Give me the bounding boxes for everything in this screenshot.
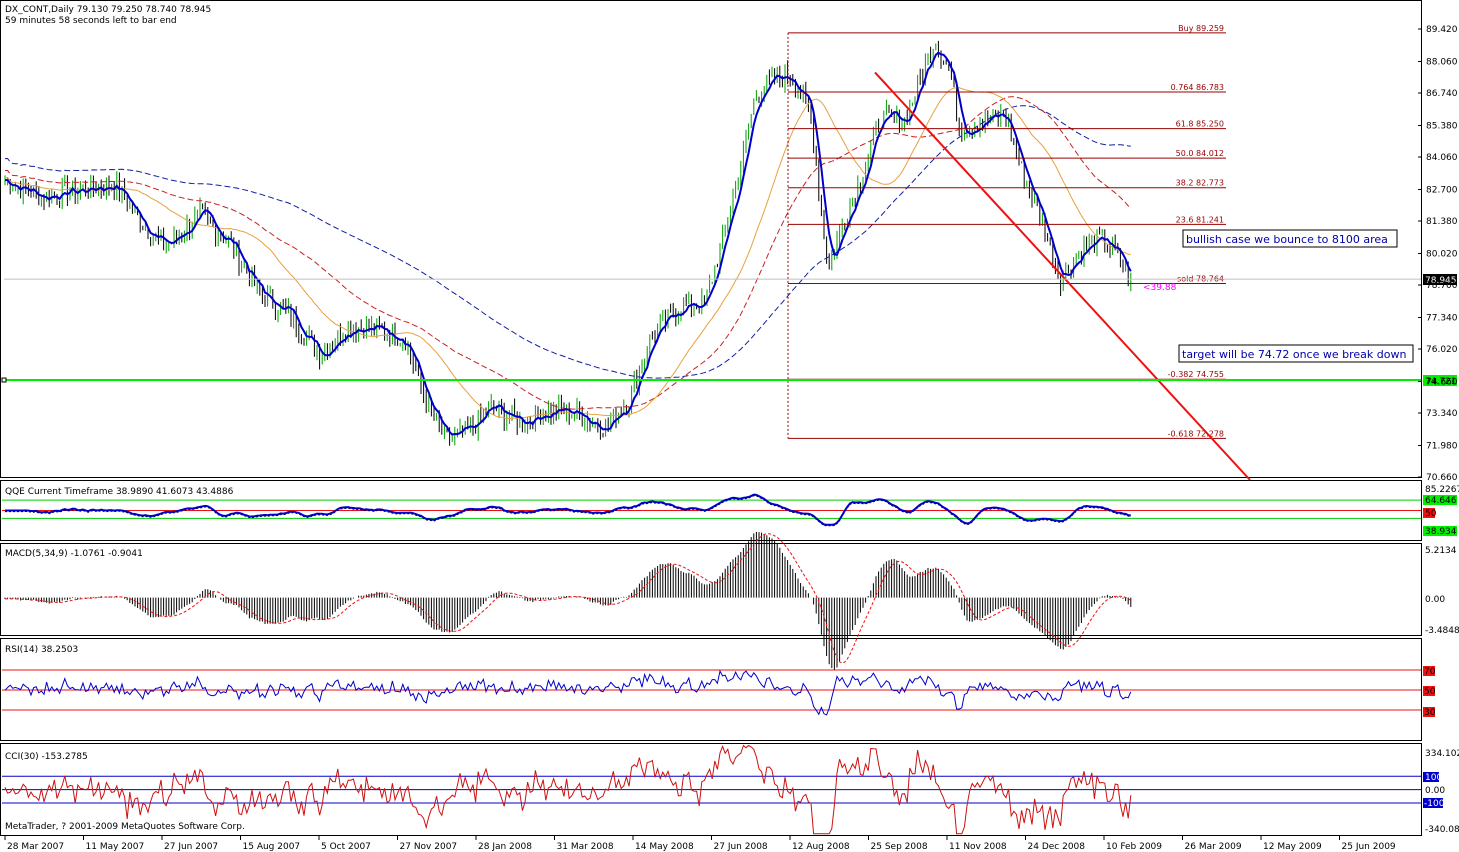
macd-axis-bottom: -3.4848 [1425, 626, 1459, 636]
macd-axis-top: 5.2134 [1425, 546, 1457, 556]
annotation-bullish-text: bullish case we bounce to 8100 area [1186, 233, 1388, 246]
qqe-label-2: 50 [1425, 509, 1437, 519]
price-tick-label: 74.660 [1426, 377, 1458, 387]
cci-label-100: 100 [1425, 773, 1442, 783]
price-tick-label: 82.700 [1426, 185, 1458, 195]
time-tick-label: 12 Aug 2008 [792, 842, 850, 852]
time-tick-label: 27 Jun 2007 [164, 842, 218, 852]
qqe-label-3: 38.934 [1425, 527, 1457, 537]
symbol-header: DX_CONT,Daily 79.130 79.250 78.740 78.94… [5, 5, 211, 15]
fib-level-label: 61.8 85.250 [1176, 120, 1224, 129]
time-tick-label: 10 Feb 2009 [1106, 842, 1162, 852]
macd-axis-zero: 0.00 [1425, 595, 1445, 605]
fib-level-label: 23.6 81.241 [1176, 215, 1224, 224]
price-tick-label: 70.660 [1426, 473, 1458, 483]
price-tick-label: 80.020 [1426, 249, 1458, 259]
macd-pane[interactable] [0, 543, 1422, 636]
macd-title: MACD(5,34,9) -1.0761 -0.9041 [5, 549, 143, 559]
time-tick-label: 11 May 2007 [86, 842, 145, 852]
rsi-title: RSI(14) 38.2503 [5, 645, 78, 655]
fib-level-label: 38.2 82.773 [1176, 179, 1224, 188]
price-tick-label: 85.380 [1426, 121, 1458, 131]
annotation-bullish[interactable]: bullish case we bounce to 8100 area [1182, 229, 1398, 248]
cci-label-m100: -100 [1424, 799, 1445, 809]
support-line-handle [1, 377, 7, 383]
time-tick-label: 25 Jun 2009 [1342, 842, 1396, 852]
cci-axis-top: 334.102 [1425, 749, 1459, 759]
fib-level-label: 50.0 84.012 [1176, 149, 1224, 158]
fib-level-label: Buy 89.259 [1178, 24, 1224, 33]
time-tick-label: 26 Mar 2009 [1185, 842, 1242, 852]
time-tick-label: 14 May 2008 [635, 842, 694, 852]
time-tick-label: 25 Sep 2008 [871, 842, 928, 852]
annotation-target[interactable]: target will be 74.72 once we break down [1178, 344, 1414, 363]
fib-level-label: -0.618 72.278 [1168, 429, 1224, 438]
price-tick-label: 89.420 [1426, 25, 1458, 35]
time-tick-label: 28 Jan 2008 [478, 842, 532, 852]
copyright-text: MetaTrader, ? 2001-2009 MetaQuotes Softw… [5, 822, 245, 832]
time-tick-label: 28 Mar 2007 [7, 842, 64, 852]
cci-label-0: 0.00 [1425, 786, 1445, 796]
rsi-label-50: 50 [1424, 687, 1436, 697]
magenta-label: <39.88 [1143, 283, 1177, 293]
time-tick-label: 24 Dec 2008 [1028, 842, 1086, 852]
fib-level-label: 0.764 86.783 [1171, 83, 1224, 92]
qqe-label-1: 64.646 [1425, 496, 1457, 506]
time-tick-label: 12 May 2009 [1263, 842, 1322, 852]
rsi-label-30: 30 [1424, 708, 1436, 718]
price-tick-label: 71.980 [1426, 441, 1458, 451]
cci-title: CCI(30) -153.2785 [5, 752, 88, 762]
bar-timer: 59 minutes 58 seconds left to bar end [5, 16, 177, 26]
price-tick-label: 86.740 [1426, 89, 1458, 99]
price-tick-label: 84.060 [1426, 153, 1458, 163]
annotation-target-text: target will be 74.72 once we break down [1182, 348, 1406, 361]
time-tick-label: 31 Mar 2008 [557, 842, 614, 852]
price-tick-label: 81.380 [1426, 217, 1458, 227]
cci-axis-bottom: -340.085 [1425, 825, 1459, 835]
qqe-title: QQE Current Timeframe 38.9890 41.6073 43… [5, 487, 234, 497]
time-tick-label: 5 Oct 2007 [321, 842, 371, 852]
price-tick-label: 77.340 [1426, 313, 1458, 323]
price-tick-label: 88.060 [1426, 57, 1458, 67]
rsi-label-70: 70 [1424, 667, 1436, 677]
time-tick-label: 27 Nov 2007 [400, 842, 458, 852]
price-tick-label: 78.700 [1426, 281, 1458, 291]
price-tick-label: 76.020 [1426, 345, 1458, 355]
time-tick-label: 11 Nov 2008 [949, 842, 1007, 852]
time-tick-label: 15 Aug 2007 [243, 842, 301, 852]
qqe-axis-top: 85.2267 [1425, 485, 1459, 495]
time-tick-label: 27 Jun 2008 [714, 842, 768, 852]
fib-level-label: -0.382 74.755 [1168, 370, 1224, 379]
price-tick-label: 73.340 [1426, 409, 1458, 419]
metatrader-chart[interactable]: Buy 89.259 0.764 86.783 61.8 85.250 50.0 84… [0, 0, 1459, 852]
